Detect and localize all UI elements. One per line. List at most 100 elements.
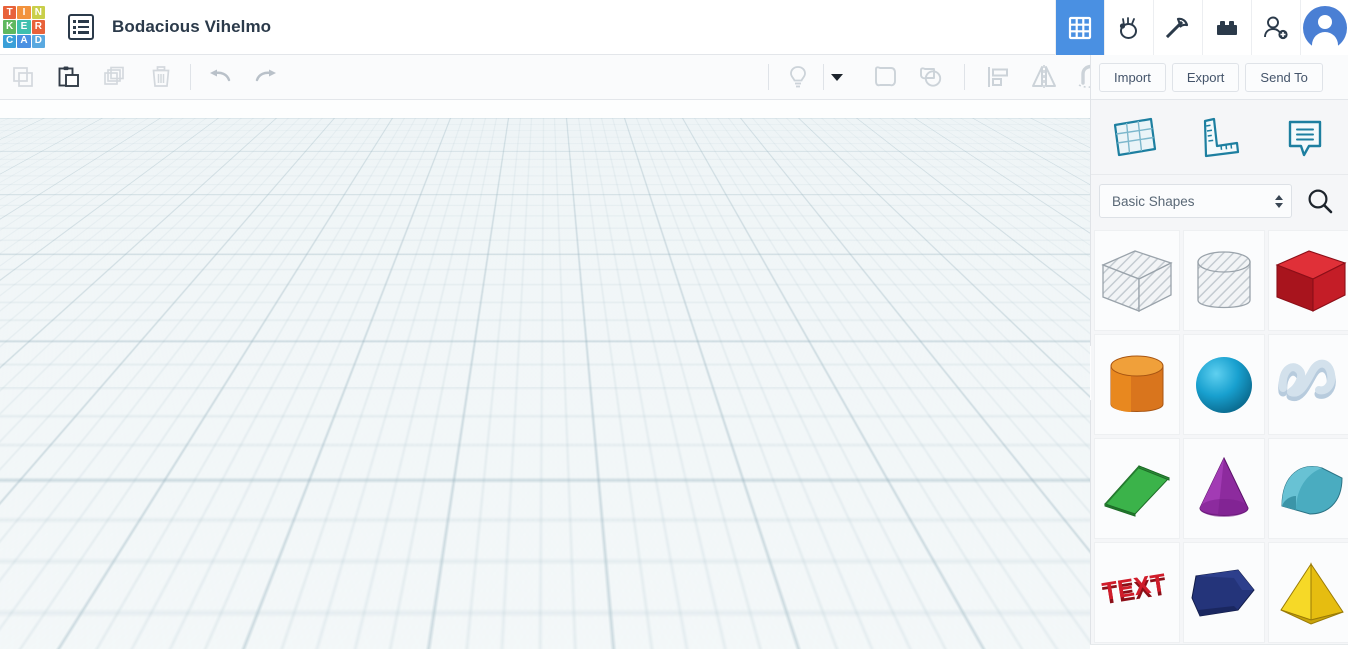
shape-box-hole[interactable]	[1094, 230, 1180, 331]
snap-grid-row: Snap Grid 1.0 mm	[683, 615, 828, 639]
logo-tile-a: A	[17, 35, 30, 48]
workplane-grid-icon	[1110, 115, 1158, 159]
shape-polygon[interactable]	[1183, 542, 1265, 643]
octagonal-prism[interactable]	[448, 346, 603, 579]
light-button[interactable]	[775, 55, 821, 99]
toolbar-divider	[823, 64, 824, 90]
shape-cylinder[interactable]	[1094, 334, 1180, 435]
fit-view-button[interactable]	[19, 373, 47, 401]
ungroup-button[interactable]	[908, 55, 954, 99]
lightbulb-icon	[786, 64, 810, 90]
toolbar-divider	[768, 64, 769, 90]
header-actions	[1055, 0, 1348, 55]
shape-round-roof[interactable]	[1268, 438, 1348, 539]
mirror-icon	[1030, 64, 1058, 90]
delete-button[interactable]	[138, 55, 184, 99]
ruler-tool[interactable]	[1184, 107, 1254, 167]
shape-sphere[interactable]	[1183, 334, 1265, 435]
zoom-out-button[interactable]	[19, 457, 47, 485]
mirror-button[interactable]	[1021, 55, 1067, 99]
codeblocks-button[interactable]	[1104, 0, 1153, 55]
text-icon: TEXT TEXT	[1095, 565, 1179, 621]
chevron-down-icon	[830, 72, 844, 82]
shape-search-button[interactable]	[1298, 184, 1342, 218]
codeblocks-icon	[1116, 15, 1142, 41]
light-dropdown[interactable]	[826, 55, 848, 99]
logo-tile-i: I	[17, 6, 30, 19]
list-icon[interactable]	[68, 14, 94, 40]
group-button[interactable]	[862, 55, 908, 99]
fit-all-icon	[26, 380, 41, 395]
logo-tile-e: E	[17, 20, 30, 33]
model-group[interactable]	[405, 325, 645, 595]
user-avatar-button[interactable]	[1300, 0, 1348, 55]
design-canvas[interactable]: TOP LEFT BACK Settings Snap Grid 1.0 mm	[0, 100, 1090, 649]
search-icon	[1306, 187, 1334, 215]
copy-button[interactable]	[0, 55, 46, 99]
paste-icon	[57, 65, 81, 89]
snap-grid-select[interactable]: 1.0 mm	[747, 615, 828, 639]
perspective-toggle-button[interactable]	[19, 499, 47, 527]
logo-tile-n: N	[32, 6, 45, 19]
note-bubble-icon	[1283, 115, 1327, 159]
shape-category-select[interactable]: Basic Shapes	[1099, 184, 1292, 218]
align-button[interactable]	[975, 55, 1021, 99]
pickaxe-icon	[1165, 15, 1191, 41]
send-to-button[interactable]: Send To	[1245, 63, 1322, 92]
ortho-cube-icon	[26, 505, 41, 521]
invite-button[interactable]	[1251, 0, 1300, 55]
import-button[interactable]: Import	[1099, 63, 1166, 92]
sphere-icon	[1187, 348, 1261, 422]
logo-tile-r: R	[32, 20, 45, 33]
copy-icon	[11, 65, 35, 89]
duplicate-icon	[103, 65, 127, 89]
apps-grid-button[interactable]	[1055, 0, 1104, 55]
shape-cone[interactable]	[1183, 438, 1265, 539]
view-cube[interactable]: TOP LEFT BACK	[14, 212, 114, 312]
polygon-icon	[1184, 560, 1264, 626]
box-hole-icon	[1095, 241, 1179, 321]
home-view-button[interactable]	[19, 331, 47, 359]
shape-cylinder-hole[interactable]	[1183, 230, 1265, 331]
shape-scribble[interactable]	[1268, 334, 1348, 435]
paste-button[interactable]	[46, 55, 92, 99]
panel-tool-row	[1091, 100, 1348, 175]
roof-icon	[1095, 456, 1179, 522]
round-roof-icon	[1270, 456, 1348, 522]
undo-button[interactable]	[197, 55, 243, 99]
cone-icon	[1188, 450, 1260, 528]
notes-tool[interactable]	[1270, 107, 1340, 167]
chevron-updown-icon	[1275, 195, 1283, 208]
cylinder-hole-icon	[1184, 242, 1264, 320]
minecraft-button[interactable]	[1153, 0, 1202, 55]
logo-tile-t: T	[3, 6, 16, 19]
panel-action-bar: Import Export Send To	[1091, 55, 1348, 100]
shape-box[interactable]	[1268, 230, 1348, 331]
view-cube-top-label: TOP	[60, 227, 82, 239]
grey-tab-right[interactable]	[608, 358, 621, 377]
zoom-in-button[interactable]	[19, 415, 47, 443]
ungroup-shapes-icon	[917, 64, 945, 90]
panel-collapse-button[interactable]: ❯	[1075, 345, 1091, 401]
align-icon	[985, 64, 1011, 90]
cylinder-icon	[1097, 346, 1177, 424]
shape-roof[interactable]	[1094, 438, 1180, 539]
app-header: T I N K E R C A D Bodacious Vihelmo	[0, 0, 1348, 55]
page-title[interactable]: Bodacious Vihelmo	[112, 17, 271, 37]
tinkercad-app: T I N K E R C A D Bodacious Vihelmo TOP …	[0, 0, 1348, 649]
settings-button[interactable]: Settings	[695, 583, 774, 607]
duplicate-button[interactable]	[92, 55, 138, 99]
export-button[interactable]: Export	[1172, 63, 1240, 92]
toolbar-divider	[190, 64, 191, 90]
bricks-button[interactable]	[1202, 0, 1251, 55]
logo-tile-c: C	[3, 35, 16, 48]
add-person-icon	[1262, 15, 1290, 41]
workplane-tool[interactable]	[1099, 107, 1169, 167]
shape-pyramid[interactable]	[1268, 542, 1348, 643]
box-icon	[1269, 241, 1348, 321]
shape-text[interactable]: TEXT TEXT	[1094, 542, 1180, 643]
tinkercad-logo[interactable]: T I N K E R C A D	[2, 5, 46, 49]
snap-grid-label: Snap Grid	[683, 620, 739, 634]
redo-button[interactable]	[243, 55, 289, 99]
window-bottom-strip	[0, 644, 1348, 649]
